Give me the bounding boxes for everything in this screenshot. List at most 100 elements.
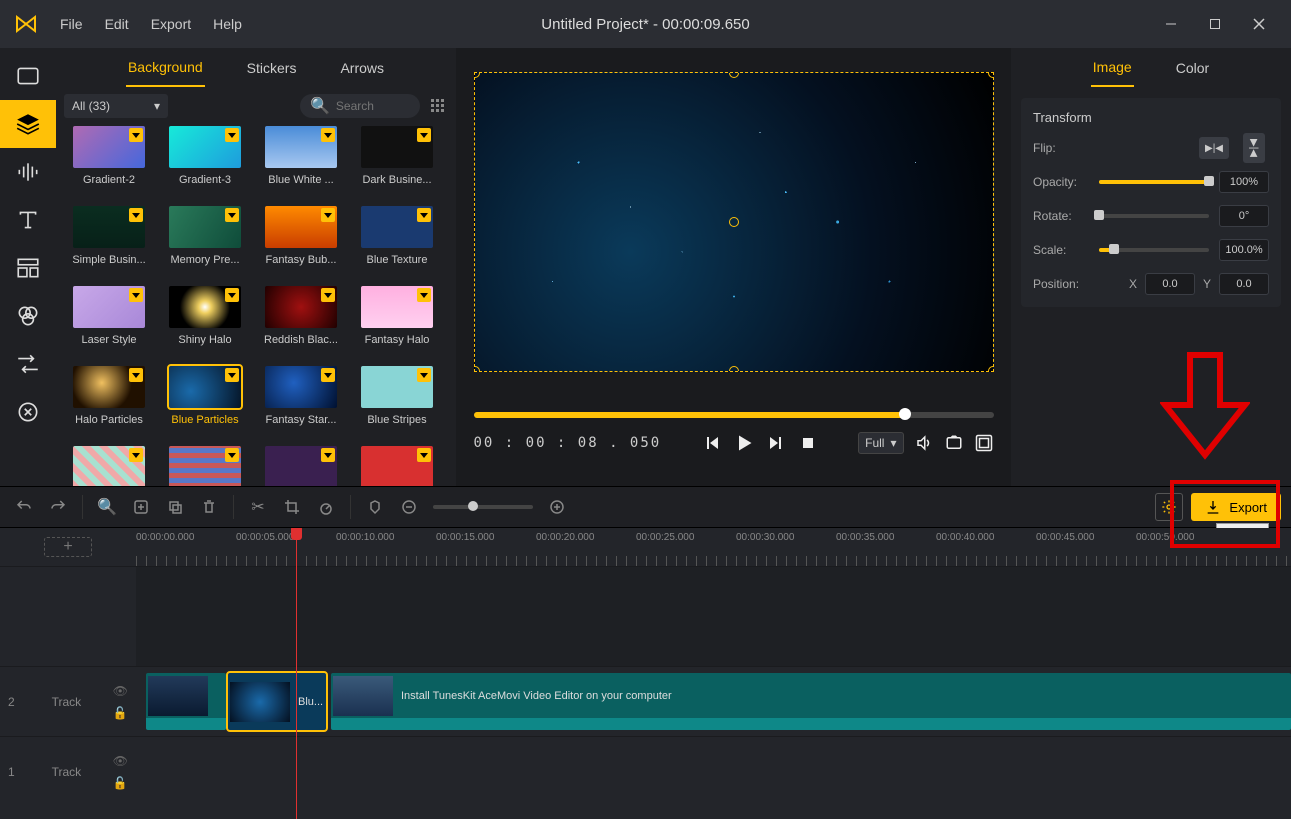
- crop-button[interactable]: [278, 493, 306, 521]
- track-header-2[interactable]: 2 Track 👁🔓: [0, 666, 136, 736]
- export-button[interactable]: Export: [1191, 493, 1281, 521]
- asset-item[interactable]: Fantasy Halo: [352, 286, 442, 362]
- asset-item[interactable]: Blue Particles: [160, 366, 250, 442]
- asset-item[interactable]: Gradient-3: [160, 126, 250, 202]
- download-icon[interactable]: [129, 448, 143, 462]
- asset-item[interactable]: Shiny Halo: [160, 286, 250, 362]
- stop-button[interactable]: [798, 433, 818, 453]
- asset-item[interactable]: Blue White ...: [256, 126, 346, 202]
- playback-slider[interactable]: [474, 412, 994, 418]
- duplicate-button[interactable]: [161, 493, 189, 521]
- add-track-button[interactable]: +: [44, 537, 92, 557]
- pos-y-value[interactable]: 0.0: [1219, 273, 1269, 295]
- asset-item[interactable]: Fantasy Bub...: [256, 206, 346, 282]
- download-icon[interactable]: [225, 128, 239, 142]
- menu-export[interactable]: Export: [141, 10, 201, 38]
- rotate-value[interactable]: 0°: [1219, 205, 1269, 227]
- speed-button[interactable]: [312, 493, 340, 521]
- download-icon[interactable]: [129, 368, 143, 382]
- lock-icon[interactable]: 🔓: [113, 706, 128, 720]
- menu-edit[interactable]: Edit: [95, 10, 139, 38]
- delete-button[interactable]: [195, 493, 223, 521]
- resize-handle[interactable]: [474, 366, 480, 372]
- download-icon[interactable]: [225, 288, 239, 302]
- search-timeline-icon[interactable]: 🔍: [93, 493, 121, 521]
- resize-handle[interactable]: [988, 366, 994, 372]
- track-row-2[interactable]: Blu... Install TunesKit AceMovi Video Ed…: [136, 666, 1291, 736]
- clip-blue-particles[interactable]: Blu...: [228, 673, 326, 730]
- resize-handle[interactable]: [729, 366, 739, 372]
- download-icon[interactable]: [417, 128, 431, 142]
- download-icon[interactable]: [417, 448, 431, 462]
- asset-item[interactable]: Purple Hearts: [256, 446, 346, 486]
- sidebar-more-icon[interactable]: [0, 388, 56, 436]
- asset-item[interactable]: Red Blue Plaid: [160, 446, 250, 486]
- sidebar-templates-icon[interactable]: [0, 244, 56, 292]
- volume-icon[interactable]: [914, 433, 934, 453]
- prev-frame-button[interactable]: [702, 433, 722, 453]
- asset-item[interactable]: Colorful Stri...: [64, 446, 154, 486]
- asset-item[interactable]: Laser Style: [64, 286, 154, 362]
- asset-item[interactable]: Blue Texture: [352, 206, 442, 282]
- preview-size-dropdown[interactable]: Full▾: [858, 432, 903, 454]
- clip-video-1[interactable]: [146, 673, 226, 730]
- preview-canvas[interactable]: [474, 72, 994, 372]
- resize-handle[interactable]: [729, 72, 739, 78]
- undo-button[interactable]: [10, 493, 38, 521]
- zoom-in-button[interactable]: [543, 493, 571, 521]
- search-input[interactable]: [336, 99, 406, 113]
- sidebar-media-icon[interactable]: [0, 52, 56, 100]
- download-icon[interactable]: [321, 368, 335, 382]
- close-button[interactable]: [1237, 8, 1281, 40]
- asset-item[interactable]: Fantasy Star...: [256, 366, 346, 442]
- maximize-button[interactable]: [1193, 8, 1237, 40]
- opacity-value[interactable]: 100%: [1219, 171, 1269, 193]
- tab-stickers[interactable]: Stickers: [245, 50, 299, 86]
- menu-file[interactable]: File: [50, 10, 93, 38]
- asset-filter-dropdown[interactable]: All (33) ▾: [64, 94, 168, 118]
- menu-help[interactable]: Help: [203, 10, 252, 38]
- download-icon[interactable]: [321, 448, 335, 462]
- settings-icon[interactable]: [1155, 493, 1183, 521]
- download-icon[interactable]: [321, 208, 335, 222]
- center-handle[interactable]: [729, 217, 739, 227]
- timeline-body[interactable]: 00:00:00.00000:00:05.00000:00:10.00000:0…: [136, 528, 1291, 819]
- sidebar-transitions-icon[interactable]: [0, 340, 56, 388]
- asset-item[interactable]: Halo Particles: [64, 366, 154, 442]
- snapshot-icon[interactable]: [944, 433, 964, 453]
- clip-video-2[interactable]: Install TunesKit AceMovi Video Editor on…: [331, 673, 1291, 730]
- download-icon[interactable]: [225, 208, 239, 222]
- download-icon[interactable]: [129, 208, 143, 222]
- tab-background[interactable]: Background: [126, 49, 205, 87]
- minimize-button[interactable]: [1149, 8, 1193, 40]
- playhead[interactable]: [296, 528, 297, 819]
- grid-view-icon[interactable]: [428, 96, 448, 116]
- asset-item[interactable]: Blue Stripes: [352, 366, 442, 442]
- asset-item[interactable]: Dark Busine...: [352, 126, 442, 202]
- download-icon[interactable]: [321, 288, 335, 302]
- download-icon[interactable]: [417, 208, 431, 222]
- resize-handle[interactable]: [474, 72, 480, 78]
- sidebar-layers-icon[interactable]: [0, 100, 56, 148]
- visibility-icon[interactable]: 👁: [113, 684, 128, 698]
- tab-color[interactable]: Color: [1174, 50, 1211, 86]
- play-button[interactable]: [734, 433, 754, 453]
- download-icon[interactable]: [417, 368, 431, 382]
- lock-icon[interactable]: 🔓: [113, 776, 128, 790]
- add-button[interactable]: [127, 493, 155, 521]
- resize-handle[interactable]: [988, 72, 994, 78]
- download-icon[interactable]: [225, 448, 239, 462]
- scale-slider[interactable]: [1099, 248, 1209, 252]
- track-header-1[interactable]: 1 Track 👁🔓: [0, 736, 136, 806]
- tab-arrows[interactable]: Arrows: [338, 50, 386, 86]
- asset-item[interactable]: Reddish Blac...: [256, 286, 346, 362]
- download-icon[interactable]: [417, 288, 431, 302]
- tab-image[interactable]: Image: [1091, 49, 1134, 87]
- opacity-slider[interactable]: [1099, 180, 1209, 184]
- redo-button[interactable]: [44, 493, 72, 521]
- fullscreen-icon[interactable]: [974, 433, 994, 453]
- split-button[interactable]: ✂: [244, 493, 272, 521]
- asset-item[interactable]: Gradient-2: [64, 126, 154, 202]
- zoom-out-button[interactable]: [395, 493, 423, 521]
- sidebar-filters-icon[interactable]: [0, 292, 56, 340]
